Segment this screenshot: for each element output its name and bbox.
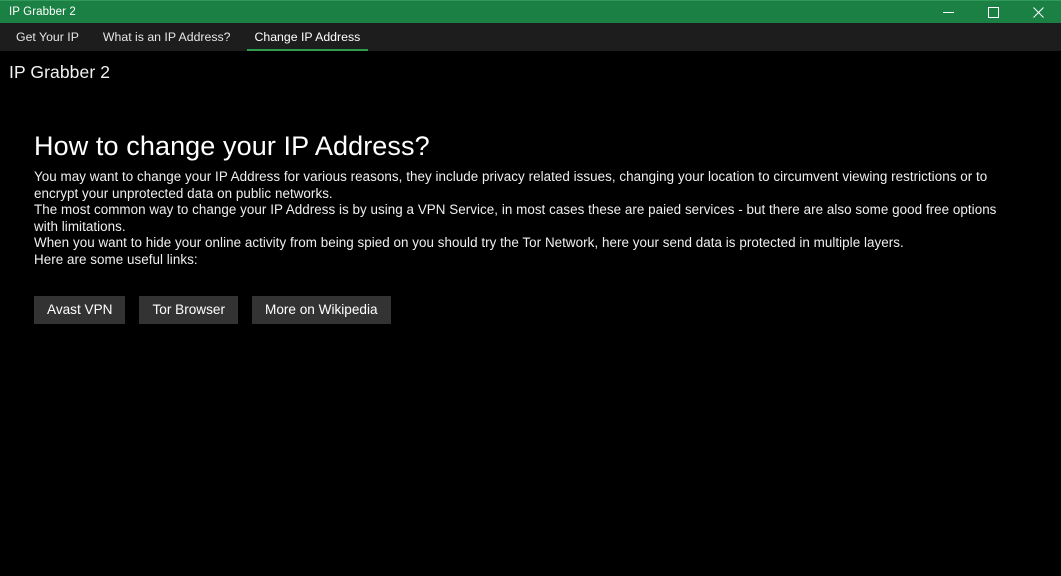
window-title: IP Grabber 2 <box>9 6 76 18</box>
maximize-icon <box>988 6 999 18</box>
paragraph-links-intro: Here are some useful links: <box>34 251 198 267</box>
window-controls <box>926 1 1061 23</box>
nav-item-change-ip-address[interactable]: Change IP Address <box>246 30 369 51</box>
minimize-icon <box>943 11 954 13</box>
navigation-bar: Get Your IP What is an IP Address? Chang… <box>0 23 1061 51</box>
more-on-wikipedia-button[interactable]: More on Wikipedia <box>252 295 391 324</box>
body-copy: You may want to change your IP Address f… <box>34 169 1009 269</box>
close-icon <box>1033 6 1044 18</box>
nav-item-get-your-ip[interactable]: Get Your IP <box>8 30 87 51</box>
link-buttons-row: Avast VPN Tor Browser More on Wikipedia <box>34 295 1061 324</box>
page-title: How to change your IP Address? <box>34 131 430 161</box>
tor-browser-button[interactable]: Tor Browser <box>139 295 238 324</box>
app-header-title: IP Grabber 2 <box>9 62 111 82</box>
nav-item-what-is-an-ip-address[interactable]: What is an IP Address? <box>95 30 239 51</box>
close-button[interactable] <box>1016 1 1061 23</box>
paragraph-vpn: The most common way to change your IP Ad… <box>34 202 997 234</box>
title-bar[interactable]: IP Grabber 2 <box>0 0 1061 23</box>
minimize-button[interactable] <box>926 1 971 23</box>
avast-vpn-button[interactable]: Avast VPN <box>34 295 126 324</box>
paragraph-tor: When you want to hide your online activi… <box>34 235 904 251</box>
maximize-button[interactable] <box>971 1 1016 23</box>
main-content: How to change your IP Address? You may w… <box>0 83 1061 324</box>
paragraph-reasons: You may want to change your IP Address f… <box>34 169 988 201</box>
